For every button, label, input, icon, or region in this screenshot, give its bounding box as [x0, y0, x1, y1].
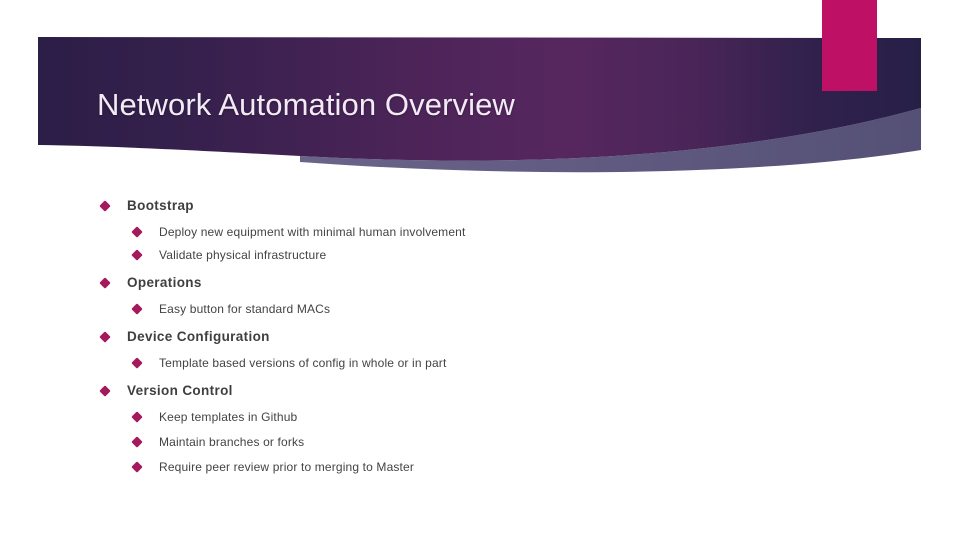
diamond-bullet-icon [131, 226, 143, 238]
diamond-bullet-icon [131, 436, 143, 448]
bullet-item-level1[interactable]: Operations [0, 273, 960, 298]
diamond-bullet-icon [131, 357, 143, 369]
bullet-item-level2[interactable]: Deploy new equipment with minimal human … [0, 223, 960, 246]
bullet-item-level1[interactable]: Device Configuration [0, 327, 960, 352]
bullet-item-level1[interactable]: Version Control [0, 381, 960, 406]
diamond-bullet-icon [99, 200, 111, 212]
bullet-text: Require peer review prior to merging to … [159, 460, 415, 474]
bullet-text: Deploy new equipment with minimal human … [159, 225, 466, 239]
bullet-text: Bootstrap [127, 198, 194, 213]
diamond-bullet-icon [131, 461, 143, 473]
bullet-text: Device Configuration [127, 329, 270, 344]
bullet-item-level2[interactable]: Require peer review prior to merging to … [0, 458, 960, 481]
bullet-text: Template based versions of config in who… [159, 356, 447, 370]
bullet-item-level2[interactable]: Validate physical infrastructure [0, 246, 960, 269]
bullet-item-level2[interactable]: Keep templates in Github [0, 408, 960, 431]
diamond-bullet-icon [99, 385, 111, 397]
diamond-bullet-icon [99, 331, 111, 343]
diamond-bullet-icon [131, 303, 143, 315]
bullet-item-level2[interactable]: Template based versions of config in who… [0, 354, 960, 377]
presentation-slide: Network Automation Overview Bootstrap De… [0, 0, 960, 540]
bullet-item-level1[interactable]: Bootstrap [0, 196, 960, 221]
page-title: Network Automation Overview [97, 87, 515, 122]
pink-accent-bar [822, 0, 877, 91]
bullet-text: Validate physical infrastructure [159, 248, 327, 262]
bullet-text: Keep templates in Github [159, 410, 298, 424]
bullet-text: Maintain branches or forks [159, 435, 305, 449]
diamond-bullet-icon [131, 411, 143, 423]
bullet-text: Operations [127, 275, 202, 290]
diamond-bullet-icon [99, 277, 111, 289]
bullet-item-level2[interactable]: Easy button for standard MACs [0, 300, 960, 323]
bullet-text: Easy button for standard MACs [159, 302, 331, 316]
bullet-item-level2[interactable]: Maintain branches or forks [0, 433, 960, 456]
diamond-bullet-icon [131, 249, 143, 261]
bullet-text: Version Control [127, 383, 233, 398]
slide-body-content: Bootstrap Deploy new equipment with mini… [0, 196, 960, 481]
